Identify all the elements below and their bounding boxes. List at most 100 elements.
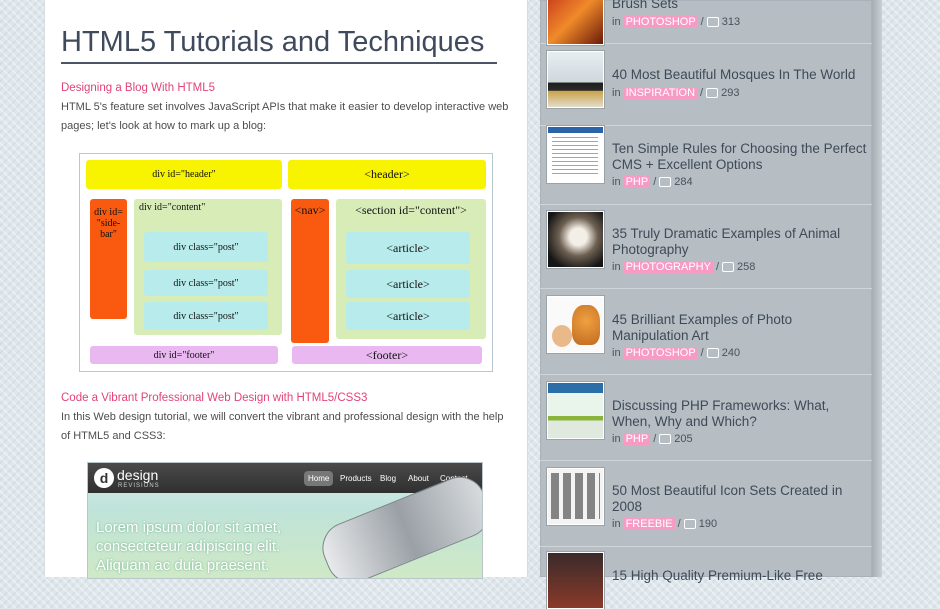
thumbnail-egg-shape	[552, 325, 572, 347]
thumbnail-dog-shape	[572, 305, 600, 345]
hero-line-1: Lorem ipsum dolor sit amet,	[96, 519, 282, 536]
thumbnail-icon-grid	[551, 473, 600, 519]
diagram-div-post: div class="post"	[144, 270, 268, 296]
comment-icon	[659, 434, 672, 444]
comment-count[interactable]: 205	[674, 433, 692, 445]
title-underline	[61, 62, 497, 64]
category-badge[interactable]: PHP	[623, 433, 651, 445]
screenshot-nav-blog: Blog	[380, 474, 397, 483]
post-meta: in PHOTOSHOP / 313	[612, 16, 740, 28]
list-item[interactable]: Ten Simple Rules for Choosing the Perfec…	[540, 118, 872, 205]
post-link-blog-html5[interactable]: Designing a Blog With HTML5	[61, 82, 215, 94]
in-label: in	[612, 176, 621, 188]
diagram-div-footer: div id="footer"	[90, 346, 278, 364]
screenshot-logo: design	[117, 467, 159, 483]
separator: /	[700, 87, 704, 99]
post-title[interactable]: Discussing PHP Frameworks: What, When, W…	[612, 398, 867, 429]
php-frameworks-thumbnail[interactable]	[547, 382, 604, 439]
separator: /	[715, 261, 719, 273]
separator: /	[700, 16, 704, 28]
comment-count[interactable]: 293	[721, 87, 739, 99]
in-label: in	[612, 433, 621, 445]
post-meta: in INSPIRATION / 293	[612, 87, 739, 99]
diagram-header-tag: <header>	[288, 160, 486, 189]
in-label: in	[612, 347, 621, 359]
diagram-article-tag: <article>	[346, 302, 470, 330]
comment-count[interactable]: 284	[674, 176, 692, 188]
comment-icon	[659, 177, 672, 187]
list-item[interactable]: 15 High Quality Premium-Like Free	[540, 546, 872, 609]
hero-line-2: consecteteur adipiscing elit.	[96, 538, 281, 555]
category-badge[interactable]: PHOTOGRAPHY	[623, 261, 713, 273]
post-description: HTML 5's feature set involves JavaScript…	[61, 101, 509, 132]
post-meta: in PHP / 205	[612, 433, 693, 445]
post-title[interactable]: Ten Simple Rules for Choosing the Perfec…	[612, 141, 867, 172]
main-content: HTML5 Tutorials and Techniques Designing…	[44, 0, 528, 579]
sidebar-edge-shadow	[872, 0, 882, 577]
in-label: in	[612, 16, 621, 28]
category-badge[interactable]: PHP	[623, 176, 651, 188]
category-badge[interactable]: PHOTOSHOP	[623, 347, 698, 359]
page-title: HTML5 Tutorials and Techniques	[61, 26, 485, 58]
comment-count[interactable]: 190	[699, 518, 717, 530]
screenshot-nav-about: About	[408, 474, 429, 483]
comment-icon	[722, 262, 734, 272]
diagram-div-post: div class="post"	[144, 232, 268, 262]
thumbnail-header-bar	[548, 127, 603, 133]
diagram-nav-tag: <nav>	[291, 199, 329, 343]
design-logo-icon: d	[94, 468, 114, 488]
hero-line-3: Aliquam ac duia praesent.	[96, 557, 270, 574]
post-title[interactable]: 40 Most Beautiful Mosques In The World	[612, 67, 867, 83]
comment-count[interactable]: 258	[737, 261, 755, 273]
separator: /	[700, 347, 704, 359]
list-item[interactable]: 35 Truly Dramatic Examples of Animal Pho…	[540, 204, 872, 289]
category-badge[interactable]: INSPIRATION	[623, 87, 698, 99]
html5-structure-diagram: div id="header" div id= "side-bar" div i…	[79, 153, 493, 372]
comment-icon	[706, 88, 719, 98]
list-item[interactable]: Discussing PHP Frameworks: What, When, W…	[540, 374, 872, 461]
in-label: in	[612, 518, 621, 530]
post-title[interactable]: Brush Sets	[612, 0, 867, 12]
post-link-vibrant-design[interactable]: Code a Vibrant Professional Web Design w…	[61, 392, 367, 404]
comment-icon	[706, 348, 719, 358]
screenshot-nav-home: Home	[304, 471, 334, 486]
post-meta: in PHOTOSHOP / 240	[612, 347, 740, 359]
thumbnail-text-lines	[552, 137, 598, 177]
comment-icon	[683, 519, 696, 529]
post-title[interactable]: 15 High Quality Premium-Like Free	[612, 568, 867, 584]
icon-sets-thumbnail[interactable]	[547, 468, 604, 525]
animal-photo-thumbnail[interactable]	[547, 211, 604, 268]
post-title[interactable]: 50 Most Beautiful Icon Sets Created in 2…	[612, 483, 867, 514]
screenshot-nav-products: Products	[340, 474, 372, 483]
separator: /	[653, 176, 657, 188]
separator: /	[677, 518, 681, 530]
diagram-footer-tag: <footer>	[292, 346, 482, 364]
comment-count[interactable]: 313	[722, 16, 740, 28]
post-meta: in PHOTOGRAPHY / 258	[612, 261, 755, 273]
comment-icon	[706, 17, 719, 27]
post-title[interactable]: 45 Brilliant Examples of Photo Manipulat…	[612, 312, 867, 343]
separator: /	[653, 433, 657, 445]
category-badge[interactable]: FREEBIE	[623, 518, 675, 530]
diagram-div-post: div class="post"	[144, 302, 268, 330]
post-meta: in FREEBIE / 190	[612, 518, 717, 530]
comment-count[interactable]: 240	[722, 347, 740, 359]
premium-theme-thumbnail[interactable]	[547, 552, 604, 609]
screenshot-logo-sub: REVISIONS	[118, 483, 160, 489]
list-item[interactable]: 45 Brilliant Examples of Photo Manipulat…	[540, 288, 872, 375]
in-label: in	[612, 261, 621, 273]
list-item[interactable]: 40 Most Beautiful Mosques In The World i…	[540, 43, 872, 126]
brush-sets-thumbnail[interactable]	[547, 0, 604, 45]
diagram-article-tag: <article>	[346, 270, 470, 298]
design-revisions-screenshot: d design REVISIONS Home Products Blog Ab…	[87, 462, 483, 579]
cms-screenshot-thumbnail[interactable]	[547, 126, 604, 183]
sidebar-popular-posts: Brush Sets in PHOTOSHOP / 313 40 Most Be…	[540, 0, 872, 609]
egg-manipulation-thumbnail[interactable]	[547, 296, 604, 353]
post-title[interactable]: 35 Truly Dramatic Examples of Animal Pho…	[612, 226, 867, 257]
in-label: in	[612, 87, 621, 99]
list-item[interactable]: 50 Most Beautiful Icon Sets Created in 2…	[540, 460, 872, 547]
category-badge[interactable]: PHOTOSHOP	[623, 16, 698, 28]
post-meta: in PHP / 284	[612, 176, 693, 188]
mosque-thumbnail[interactable]	[547, 51, 604, 108]
list-item[interactable]: Brush Sets in PHOTOSHOP / 313	[540, 0, 872, 45]
